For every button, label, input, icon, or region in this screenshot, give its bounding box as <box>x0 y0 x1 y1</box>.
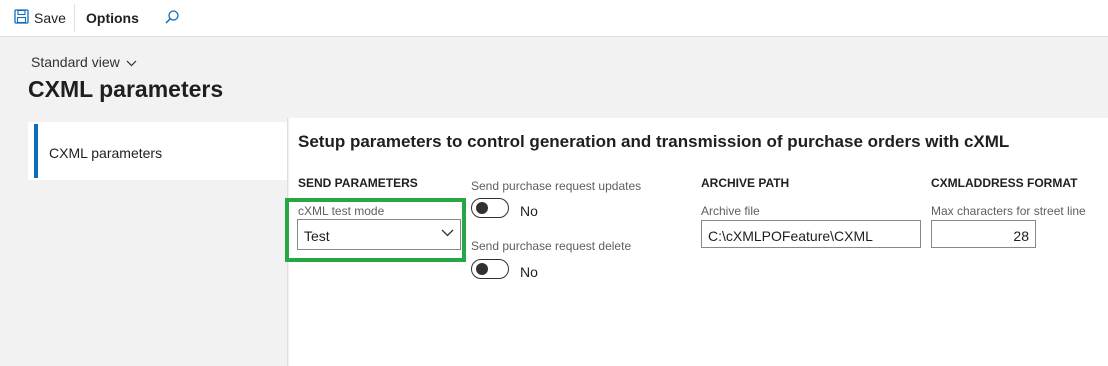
send-delete-state: No <box>520 264 538 280</box>
content-panel: Setup parameters to control generation a… <box>285 118 1108 366</box>
selected-indicator <box>34 124 38 178</box>
address-format-heading: CXMLADDRESS FORMAT <box>931 176 1078 190</box>
nav-item-label: CXML parameters <box>49 145 163 161</box>
section-title: Setup parameters to control generation a… <box>298 132 1010 151</box>
nav-item-cxml-parameters[interactable]: CXML parameters <box>28 122 287 180</box>
max-street-chars-input[interactable]: 28 <box>931 220 1036 248</box>
archive-file-input[interactable]: C:\cXMLPOFeature\CXML <box>701 220 921 248</box>
page-title: CXML parameters <box>28 76 224 102</box>
test-mode-value: Test <box>304 228 330 244</box>
send-delete-label: Send purchase request delete <box>471 239 632 253</box>
max-street-chars-label: Max characters for street line <box>931 204 1086 218</box>
test-mode-dropdown[interactable]: Test <box>297 219 461 250</box>
options-button[interactable]: Options <box>86 10 139 26</box>
search-icon[interactable] <box>164 9 180 30</box>
archive-path-heading: ARCHIVE PATH <box>701 176 790 190</box>
left-nav: CXML parameters <box>28 118 288 366</box>
toolbar-divider <box>74 4 75 32</box>
view-selector-label: Standard view <box>31 54 120 70</box>
save-label: Save <box>34 10 66 26</box>
view-selector[interactable]: Standard view <box>31 54 137 70</box>
send-updates-label: Send purchase request updates <box>471 179 642 193</box>
action-pane: Save Options <box>0 0 1108 37</box>
save-button[interactable]: Save <box>14 8 66 28</box>
floppy-disk-icon <box>14 9 34 27</box>
toggle-knob <box>476 263 488 275</box>
send-parameters-heading: SEND PARAMETERS <box>298 176 418 190</box>
archive-file-label: Archive file <box>701 204 760 218</box>
chevron-down-icon <box>120 54 137 70</box>
send-delete-toggle[interactable] <box>471 259 509 279</box>
send-updates-toggle[interactable] <box>471 198 509 218</box>
send-updates-state: No <box>520 203 538 219</box>
toggle-knob <box>476 202 488 214</box>
test-mode-label: cXML test mode <box>298 204 385 218</box>
